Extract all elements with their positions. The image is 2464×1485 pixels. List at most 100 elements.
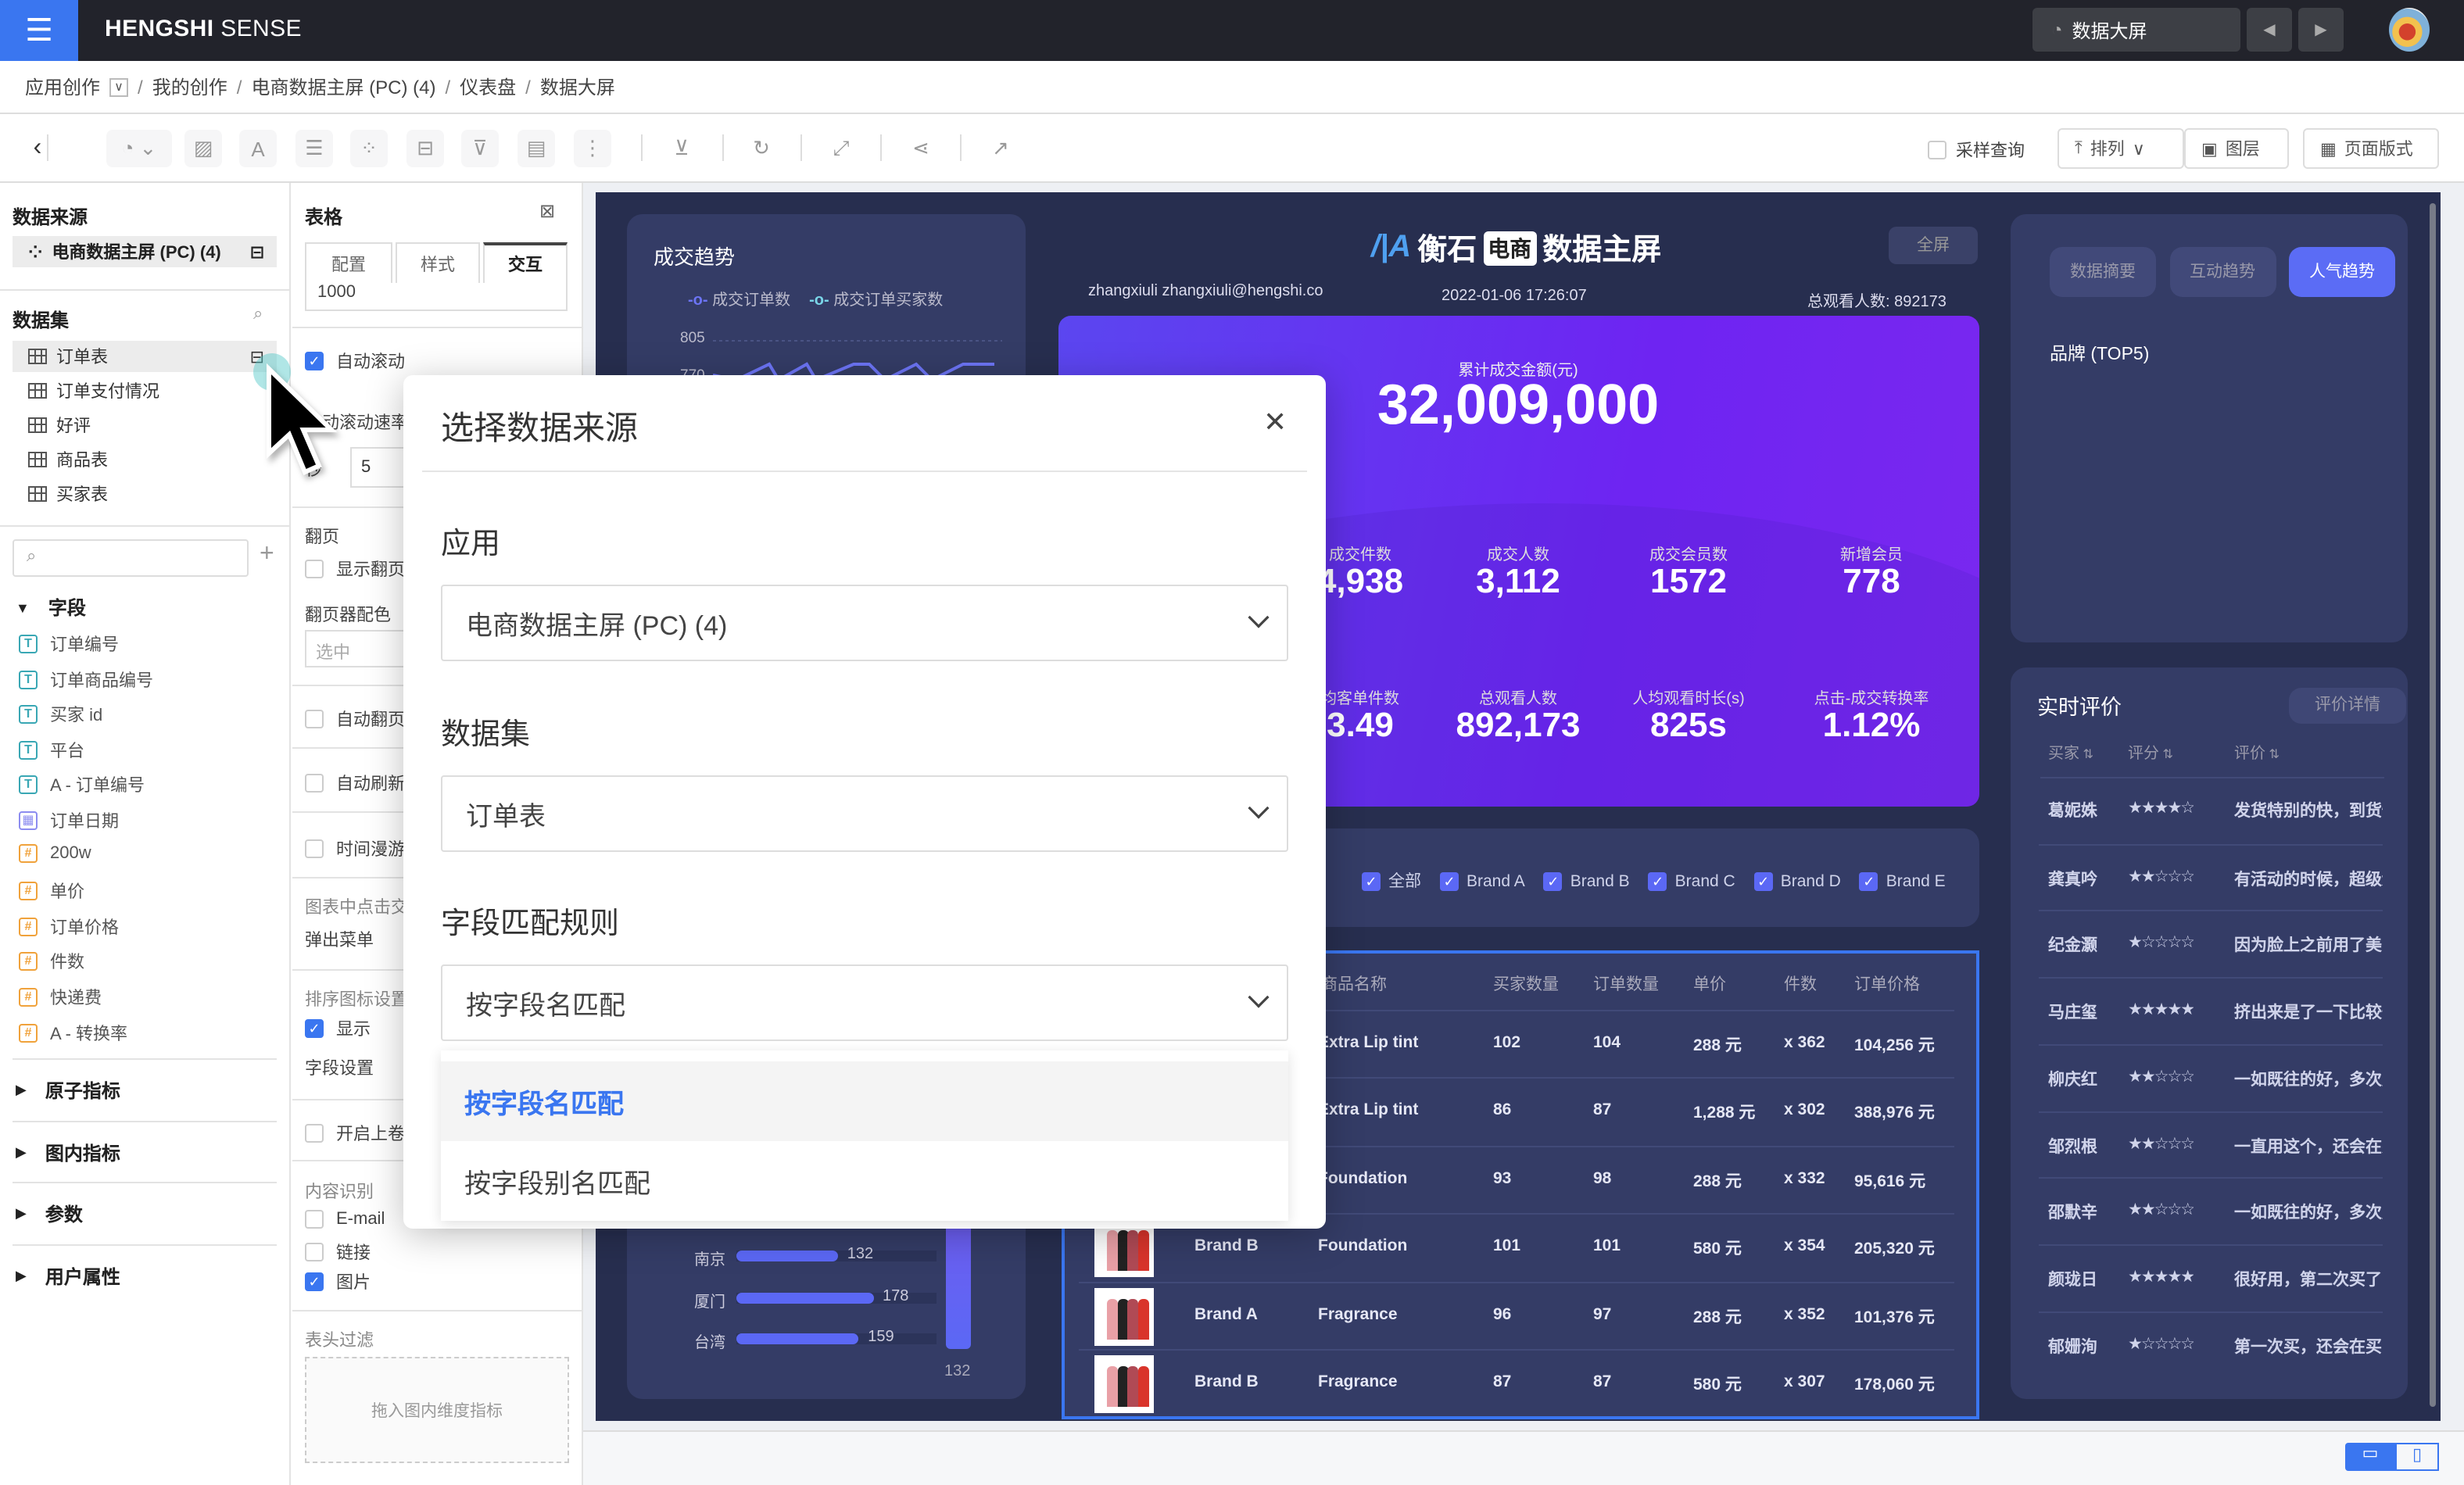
checkbox-checked[interactable]: ✓	[305, 1272, 324, 1291]
brand-filter-option[interactable]: ✓ Brand E	[1859, 869, 1946, 893]
excel-icon[interactable]: ⊠	[539, 200, 555, 222]
legend-item[interactable]: -o- 成交订单数	[688, 286, 790, 310]
share-icon[interactable]: ⋖	[902, 130, 940, 167]
interval-input[interactable]: 1000	[305, 283, 568, 311]
brand-filter-option[interactable]: ✓ Brand C	[1648, 869, 1735, 893]
field-item[interactable]: # 单价	[19, 878, 84, 904]
chevron-down-icon[interactable]: ∨	[109, 77, 129, 96]
review-row[interactable]: 葛妮姝 ★★★★☆ 发货特别的快，到货快	[2039, 777, 2383, 844]
add-chart-icon[interactable]: ◔ ⌄	[106, 130, 172, 167]
link-option[interactable]: 链接	[305, 1240, 371, 1265]
crumb-dashboard[interactable]: 仪表盘	[460, 73, 516, 100]
table-header[interactable]: 订单价格	[1854, 972, 1920, 996]
dataset-item[interactable]: 买家表	[13, 478, 277, 510]
present-icon[interactable]: ⊻	[663, 130, 700, 167]
checkbox[interactable]	[305, 1210, 324, 1229]
sample-query-toggle[interactable]: 采样查询	[1928, 138, 2025, 163]
components-icon[interactable]: ⁘	[350, 130, 388, 167]
checkbox[interactable]	[305, 839, 324, 858]
field-item[interactable]: ▦ 订单日期	[19, 808, 119, 833]
checkbox-checked[interactable]: ✓	[1859, 871, 1878, 890]
tab-interaction[interactable]: 交互	[483, 242, 568, 283]
field-item[interactable]: T 订单商品编号	[19, 667, 153, 692]
option-field-name[interactable]: 按字段名匹配	[441, 1061, 1288, 1141]
export-icon[interactable]: ↗	[982, 130, 1019, 167]
tab-style[interactable]: 样式	[396, 242, 480, 283]
field-item[interactable]: T 平台	[19, 738, 84, 763]
menu-icon[interactable]: ☰	[0, 0, 78, 61]
show-sort-option[interactable]: ✓ 显示	[305, 1016, 371, 1041]
checkbox[interactable]	[305, 560, 324, 578]
field-item[interactable]: # 件数	[19, 950, 84, 975]
table-header[interactable]: 买家数量	[1493, 972, 1559, 996]
dataset-item[interactable]: 订单支付情况	[13, 375, 277, 406]
table-row[interactable]: Brand A Fragrance 96 97 288 元 x 352 101,376 元	[1079, 1281, 1954, 1348]
field-search-input[interactable]: ⌕	[13, 539, 249, 577]
arrange-button[interactable]: ⤒ 排列 ∨	[2058, 128, 2184, 169]
table-header[interactable]: 单价	[1693, 972, 1726, 996]
image-option[interactable]: ✓ 图片	[305, 1269, 371, 1294]
crumb-app[interactable]: 电商数据主屏 (PC) (4)	[251, 73, 435, 100]
right-tab[interactable]: 数据摘要	[2050, 247, 2156, 297]
review-row[interactable]: 邵默辛 ★★☆☆☆ 一如既往的好，多次购	[2039, 1177, 2383, 1244]
table-row[interactable]: Brand B Fragrance 87 87 580 元 x 307 178,060 元	[1079, 1349, 1954, 1416]
tab-config[interactable]: 配置	[305, 242, 392, 283]
brand-filter-option[interactable]: ✓ Brand D	[1753, 869, 1841, 893]
right-tab[interactable]: 人气趋势	[2289, 247, 2395, 297]
review-row[interactable]: 郁姗洵 ★☆☆☆☆ 第一次买，还会在买!	[2039, 1311, 2383, 1378]
legend-item[interactable]: -o- 成交订单买家数	[809, 286, 943, 310]
param-icon[interactable]: ⊟	[406, 130, 444, 167]
close-icon[interactable]: ✕	[1263, 406, 1287, 439]
review-row[interactable]: 颜珑日 ★★★★★ 很好用，第二次买了，	[2039, 1243, 2383, 1311]
dataset-item[interactable]: 好评	[13, 410, 277, 441]
option-field-alias[interactable]: 按字段别名匹配	[441, 1141, 1288, 1221]
field-item[interactable]: T 订单编号	[19, 632, 119, 657]
expand-icon[interactable]: ⤢	[822, 130, 860, 167]
review-row[interactable]: 纪金灏 ★☆☆☆☆ 因为脸上之前用了美白	[2039, 910, 2383, 978]
field-settings-label[interactable]: 字段设置	[305, 1055, 374, 1080]
app-select[interactable]: 电商数据主屏 (PC) (4)	[441, 585, 1288, 661]
text-icon[interactable]: A	[239, 130, 277, 167]
checkbox[interactable]	[305, 774, 324, 793]
rich-text-icon[interactable]: ☰	[295, 130, 333, 167]
back-icon[interactable]: ‹	[19, 130, 56, 167]
field-item[interactable]: # A - 转换率	[19, 1020, 127, 1045]
checkbox-checked[interactable]: ✓	[1753, 871, 1773, 890]
field-item[interactable]: # 快递费	[19, 985, 102, 1010]
checkbox-checked[interactable]: ✓	[1648, 871, 1667, 890]
review-row[interactable]: 龚真吟 ★★☆☆☆ 有活动的时候，超级划	[2039, 843, 2383, 911]
search-icon[interactable]: ⌕	[253, 305, 263, 325]
auto-page-option[interactable]: 自动翻页	[305, 707, 405, 732]
group-item[interactable]: ▶ 用户属性	[16, 1262, 120, 1289]
review-row[interactable]: 邹烈根 ★★☆☆☆ 一直用这个，还会在买	[2039, 1111, 2383, 1178]
popup-menu-value[interactable]: 弹出菜单	[305, 927, 374, 952]
time-roam-option[interactable]: 时间漫游	[305, 836, 405, 861]
desktop-view-icon[interactable]: ▭	[2345, 1443, 2395, 1471]
header-filter-dropzone[interactable]: 拖入图内维度指标	[305, 1357, 569, 1463]
more-icon[interactable]: ⋮	[574, 130, 611, 167]
checkbox-checked[interactable]: ✓	[1440, 871, 1459, 890]
brand-filter-option[interactable]: ✓ Brand A	[1440, 869, 1525, 893]
dataset-select[interactable]: 订单表	[441, 775, 1288, 852]
replace-source-icon[interactable]: ⊟	[250, 242, 264, 262]
image-icon[interactable]: ▨	[184, 130, 222, 167]
next-page-button[interactable]: ▶	[2298, 8, 2344, 52]
add-icon[interactable]: +	[260, 541, 274, 569]
brand-filter-option[interactable]: ✓ Brand B	[1543, 869, 1630, 893]
layers-button[interactable]: ▣ 图层	[2184, 128, 2289, 169]
sample-query-checkbox[interactable]	[1928, 141, 1946, 159]
review-row[interactable]: 马庄玺 ★★★★★ 挤出来是了一下比较干	[2039, 977, 2383, 1044]
group-fields[interactable]: ▼ 字段	[16, 594, 86, 621]
filter-add-icon[interactable]: ⊽	[461, 130, 499, 167]
group-item[interactable]: ▶ 参数	[16, 1201, 83, 1227]
review-header[interactable]: 买家 ⇅	[2048, 739, 2093, 763]
field-item[interactable]: T A - 订单编号	[19, 773, 145, 798]
crumb-app-create[interactable]: 应用创作	[25, 73, 100, 100]
checkbox-checked[interactable]: ✓	[1362, 871, 1381, 890]
crumb-my-create[interactable]: 我的创作	[152, 73, 227, 100]
checkbox[interactable]	[305, 710, 324, 728]
fullscreen-button[interactable]: 全屏	[1889, 227, 1978, 264]
avatar[interactable]	[2389, 8, 2430, 52]
field-item[interactable]: T 买家 id	[19, 702, 102, 727]
layout-icon[interactable]: ▤	[518, 130, 555, 167]
